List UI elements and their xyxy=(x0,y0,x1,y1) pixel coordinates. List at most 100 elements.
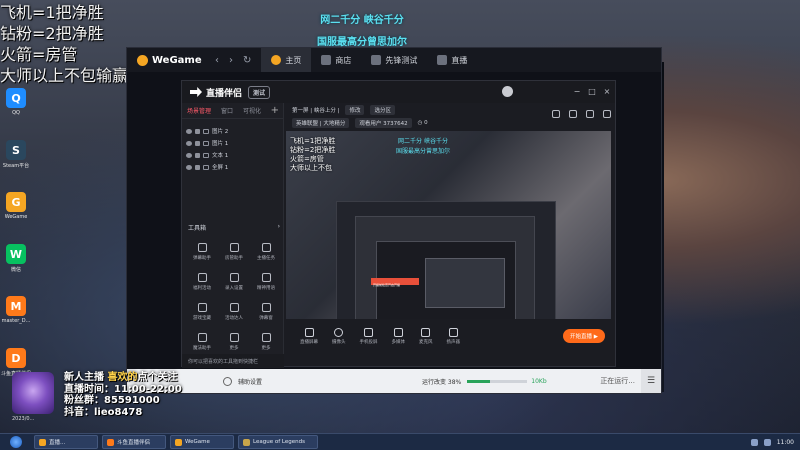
desktop-icon-wechat[interactable]: W 微信 xyxy=(2,244,30,288)
rule-line: 火箭=房管 xyxy=(0,45,78,64)
tab-window[interactable]: 窗口 xyxy=(216,106,238,115)
desktop-icon-qq[interactable]: Q QQ xyxy=(2,88,30,132)
layer-item[interactable]: 图片 2 xyxy=(182,125,283,137)
douyin-id: 抖音：lieo8478 xyxy=(64,406,143,418)
task-icon xyxy=(261,243,271,252)
avatar[interactable] xyxy=(502,86,513,97)
master-app-icon: M xyxy=(6,296,26,316)
refresh-button[interactable]: ↻ xyxy=(243,55,251,66)
live-companion-window[interactable]: 直播伴侣 测试 − □ × 场景管理 窗口 可视化 + 图片 2 图片 1 文本… xyxy=(181,80,616,368)
tab-store[interactable]: 商店 xyxy=(311,48,361,72)
live-icon xyxy=(437,55,448,65)
phone-cast-button[interactable]: 手机投屏 xyxy=(360,327,378,345)
share-icon[interactable] xyxy=(586,110,594,118)
toolbox-more-button[interactable]: › xyxy=(278,223,280,232)
stream-tool-icons xyxy=(552,110,611,118)
layer-item[interactable]: 全屏 1 xyxy=(182,161,283,173)
start-button[interactable] xyxy=(2,435,30,450)
taskbar-item[interactable]: WeGame xyxy=(170,435,234,449)
phone-icon xyxy=(364,327,373,337)
tab-scene-manage[interactable]: 场景管理 xyxy=(182,106,216,115)
add-scene-button[interactable]: + xyxy=(271,105,279,116)
download-icon xyxy=(261,333,271,342)
tool-item[interactable]: 游戏宝藏 xyxy=(186,299,218,325)
category-select[interactable]: 选分区 xyxy=(370,104,395,115)
tool-item[interactable]: 弹幕窗 xyxy=(250,299,282,325)
tool-item[interactable]: 更多 xyxy=(218,329,250,355)
tool-item[interactable]: 录入设置 xyxy=(218,269,250,295)
tab-pioneer-test[interactable]: 先锋测试 xyxy=(361,48,427,72)
eye-icon[interactable] xyxy=(186,152,192,158)
control-label: 直播屏幕 xyxy=(300,339,318,345)
scene-tabs: 场景管理 窗口 可视化 + xyxy=(182,103,283,119)
gear-icon[interactable] xyxy=(223,376,232,386)
media-button[interactable]: 多媒体 xyxy=(391,327,406,345)
preview-rule: 大师以上不包 xyxy=(290,164,332,172)
taskbar-item[interactable]: 斗鱼直播伴侣 xyxy=(102,435,166,449)
assist-settings-link[interactable]: 辅助设置 xyxy=(238,377,262,386)
desktop-icon-steam[interactable]: S Steam平台 xyxy=(2,140,30,184)
tool-item[interactable]: 精神用语 xyxy=(250,269,282,295)
network-icon[interactable] xyxy=(750,438,758,446)
volume-icon[interactable] xyxy=(763,438,771,446)
microphone-button[interactable]: 麦克风 xyxy=(419,327,433,345)
desktop-icon-wegame[interactable]: G WeGame xyxy=(2,192,30,236)
tool-item[interactable]: 弹幕助手 xyxy=(186,239,218,265)
preview-red-banner: 开播前检查开启开播 xyxy=(371,278,419,287)
progress-speed: 10Kb xyxy=(531,377,547,385)
lock-icon[interactable] xyxy=(195,152,200,158)
admin-icon xyxy=(229,243,239,252)
tab-visual[interactable]: 可视化 xyxy=(238,106,266,115)
eye-icon[interactable] xyxy=(186,128,192,134)
tool-item[interactable]: 活动达人 xyxy=(218,299,250,325)
tool-label: 精神用语 xyxy=(257,286,275,291)
speaker-button[interactable]: 扬声器 xyxy=(447,327,460,345)
live-logo-icon xyxy=(190,87,202,97)
menu-icon[interactable]: ☰ xyxy=(641,369,661,393)
control-label: 多媒体 xyxy=(391,339,406,345)
layer-item[interactable]: 图片 1 xyxy=(182,137,283,149)
forward-button[interactable]: › xyxy=(229,55,233,66)
layer-item[interactable]: 文本 1 xyxy=(182,149,283,161)
start-stream-button[interactable]: 开始直播 ▶ xyxy=(563,329,605,343)
taskbar-item[interactable]: 直播... xyxy=(34,435,98,449)
streamer-intro: 新人主播 喜欢的点个关注 xyxy=(64,372,182,384)
lock-icon[interactable] xyxy=(195,128,200,134)
layer-label: 图片 2 xyxy=(212,129,229,135)
close-button[interactable]: × xyxy=(602,86,612,96)
mail-icon[interactable] xyxy=(569,110,577,118)
lock-icon[interactable] xyxy=(195,140,200,146)
desktop-icon-label: 微信 xyxy=(10,267,21,273)
eye-icon[interactable] xyxy=(186,164,192,170)
tool-label: 更多 xyxy=(229,346,239,351)
wegame-brand: WeGame xyxy=(152,54,202,66)
tool-item[interactable]: 更多 xyxy=(250,329,282,355)
edit-title-button[interactable]: 修改 xyxy=(345,104,365,115)
screen-capture-button[interactable]: 直播屏幕 xyxy=(300,327,318,345)
minimize-button[interactable]: − xyxy=(572,86,582,96)
rule-line: 飞机=1把净胜 xyxy=(0,3,104,22)
douyu-icon xyxy=(107,438,114,446)
tab-live[interactable]: 直播 xyxy=(427,48,477,72)
nested-preview-4 xyxy=(425,258,505,308)
desktop-icon-master[interactable]: M master_D... xyxy=(2,296,30,340)
tray-clock[interactable]: 11:00 xyxy=(777,439,794,446)
tool-item[interactable]: 魔法助手 xyxy=(186,329,218,355)
monitor-icon xyxy=(304,327,314,337)
taskbar-item[interactable]: League of Legends xyxy=(238,435,318,449)
back-button[interactable]: ‹ xyxy=(215,55,219,66)
eye-icon[interactable] xyxy=(186,140,192,146)
tool-item[interactable]: 主播任务 xyxy=(250,239,282,265)
tab-home[interactable]: 主页 xyxy=(261,48,312,72)
preview-rule: 钻粉=2把净胜 xyxy=(290,146,336,154)
tool-item[interactable]: 房管助手 xyxy=(218,239,250,265)
maximize-button[interactable]: □ xyxy=(587,86,597,96)
shop-icon[interactable] xyxy=(552,110,560,118)
live-preview[interactable]: 飞机=1把净胜 钻粉=2把净胜 火箭=房管 大师以上不包 网二千分 峡谷千分 国… xyxy=(286,131,611,319)
pioneer-icon xyxy=(371,55,382,65)
toolbox-grid: 弹幕助手 房管助手 主播任务 福利活动 录入设置 精神用语 游戏宝藏 活动达人 … xyxy=(186,239,282,355)
camera-button[interactable]: 摄像头 xyxy=(332,327,346,345)
lock-icon[interactable] xyxy=(195,164,200,170)
settings-icon[interactable] xyxy=(603,110,611,118)
tool-item[interactable]: 福利活动 xyxy=(186,269,218,295)
